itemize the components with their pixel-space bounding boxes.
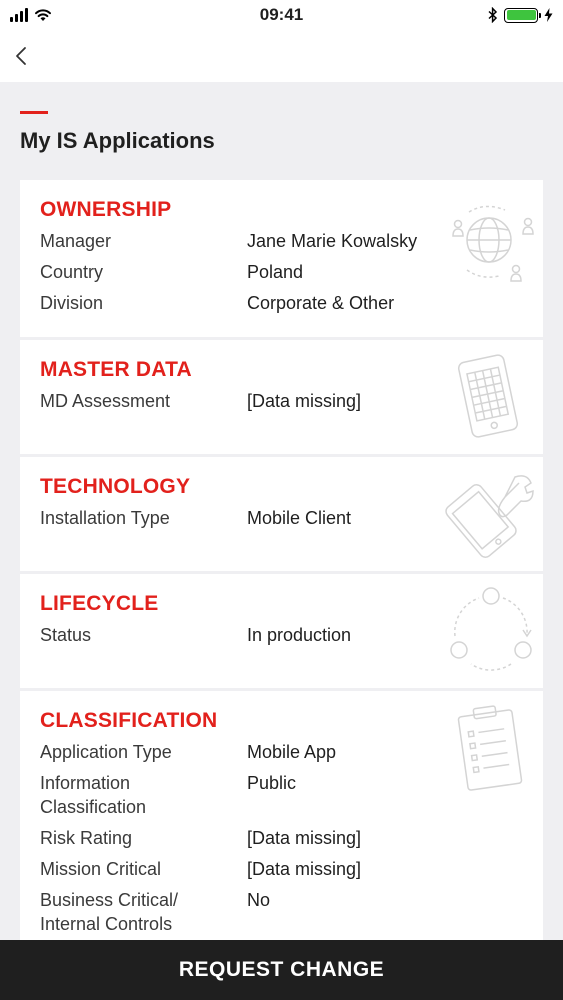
chevron-left-icon xyxy=(16,47,26,65)
battery-fill xyxy=(506,10,536,20)
row-value: [Data missing] xyxy=(247,391,362,411)
ownership-row-division: Division Corporate & Other xyxy=(40,291,523,315)
row-value: Mobile Client xyxy=(247,508,352,528)
row-value: Public xyxy=(247,773,297,793)
classification-card: CLASSIFICATION Application Type Mobile A… xyxy=(20,691,543,951)
row-value: Jane Marie Kowalsky xyxy=(247,231,418,251)
ownership-card: OWNERSHIP Manager Jane Marie Kowalsky Co… xyxy=(20,180,543,340)
row-value: In production xyxy=(247,625,352,645)
status-bar: 09:41 xyxy=(0,0,563,30)
cards-list: OWNERSHIP Manager Jane Marie Kowalsky Co… xyxy=(20,180,543,951)
cycle-icon xyxy=(450,587,532,671)
nav-bar xyxy=(0,30,563,82)
row-value: Corporate & Other xyxy=(247,293,395,313)
tablet-grid-icon xyxy=(457,354,519,438)
row-value: [Data missing] xyxy=(247,828,362,848)
request-change-button[interactable]: REQUEST CHANGE xyxy=(0,940,563,1000)
classification-row-risk: Risk Rating [Data missing] xyxy=(40,826,523,850)
row-label: Information Classification xyxy=(40,773,147,817)
title-accent-line xyxy=(20,111,48,114)
battery-icon xyxy=(504,7,541,23)
row-label: Status xyxy=(40,625,92,645)
classification-row-business: Business Critical/ Internal Controls No xyxy=(40,888,523,936)
signal-icon xyxy=(10,8,28,22)
row-value: No xyxy=(247,890,271,910)
classification-row-mission: Mission Critical [Data missing] xyxy=(40,857,523,881)
row-label: Manager xyxy=(40,231,112,251)
row-label: Division xyxy=(40,293,104,313)
status-left xyxy=(10,8,52,22)
bluetooth-icon xyxy=(488,7,498,23)
row-label: Application Type xyxy=(40,742,172,762)
row-label: Installation Type xyxy=(40,508,170,528)
row-label: MD Assessment xyxy=(40,391,171,411)
row-label: Mission Critical xyxy=(40,859,162,879)
row-label: Risk Rating xyxy=(40,828,133,848)
row-label: Country xyxy=(40,262,104,282)
lifecycle-card: LIFECYCLE Status In production xyxy=(20,574,543,691)
clipboard-icon xyxy=(457,705,523,791)
wifi-icon xyxy=(35,9,51,21)
technology-card: TECHNOLOGY Installation Type Mobile Clie… xyxy=(20,457,543,574)
phone-wrench-icon xyxy=(445,475,534,558)
row-value: Mobile App xyxy=(247,742,337,762)
row-value: Poland xyxy=(247,262,304,282)
master-data-card: MASTER DATA MD Assessment [Data missing] xyxy=(20,340,543,457)
charging-bolt-icon xyxy=(544,8,553,22)
globe-people-icon xyxy=(452,205,534,282)
status-time: 09:41 xyxy=(259,5,304,24)
page-title: My IS Applications xyxy=(20,128,215,153)
back-button[interactable] xyxy=(6,38,36,74)
row-value: [Data missing] xyxy=(247,859,362,879)
row-label: Business Critical/ Internal Controls xyxy=(40,890,179,934)
status-right xyxy=(488,7,553,23)
